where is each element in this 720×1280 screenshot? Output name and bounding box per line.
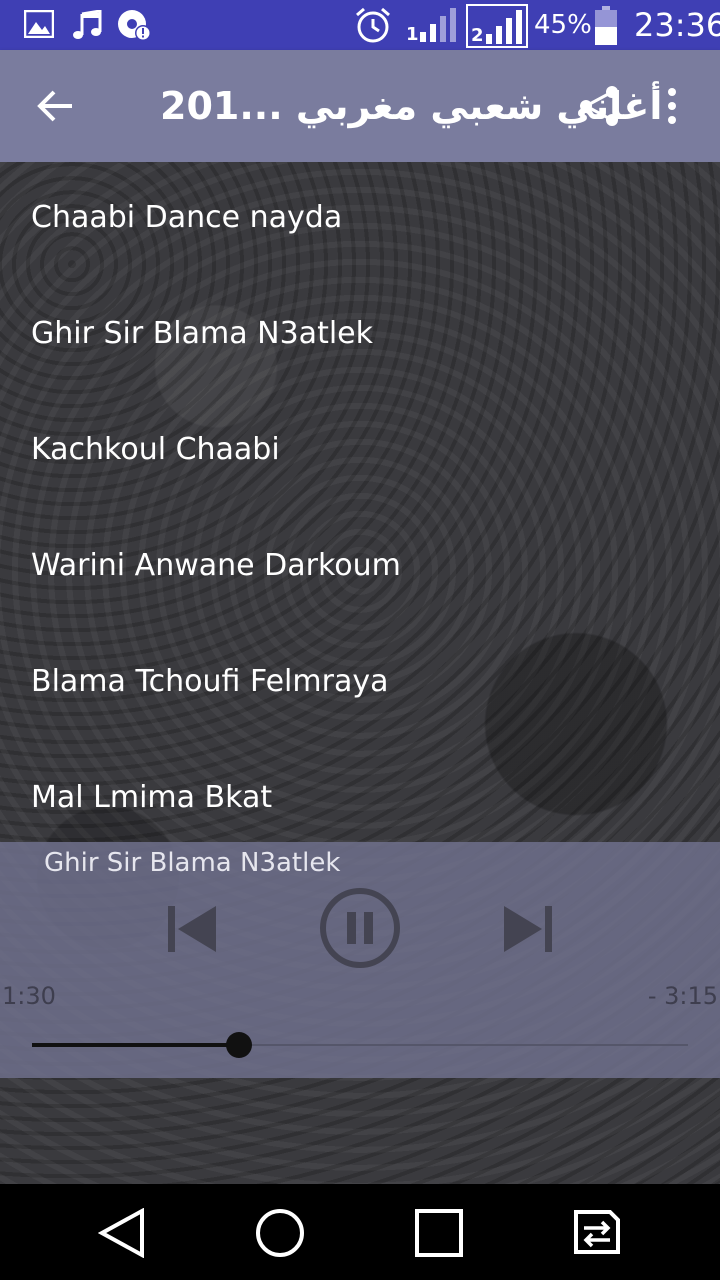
battery-percent: 45% xyxy=(534,10,592,40)
signal-sim1-icon: 1 xyxy=(404,4,462,48)
back-triangle-icon[interactable] xyxy=(97,1207,146,1262)
svg-text:1: 1 xyxy=(406,24,419,44)
song-title: Kachkoul Chaabi xyxy=(31,432,280,467)
song-title: Ghir Sir Blama N3atlek xyxy=(31,316,373,351)
song-title: Blama Tchoufi Felmraya xyxy=(31,664,389,699)
pause-icon[interactable] xyxy=(318,886,402,974)
system-nav-bar xyxy=(0,1184,720,1280)
now-playing-title: Ghir Sir Blama N3atlek xyxy=(44,848,341,878)
status-bar: 1 2 45% 23:36 xyxy=(0,0,720,50)
song-item[interactable]: Chaabi Dance nayda xyxy=(0,162,720,278)
skip-previous-icon[interactable] xyxy=(166,902,218,960)
media-player: Ghir Sir Blama N3atlek 1:30 - 3:15 xyxy=(0,842,720,1078)
song-item[interactable]: Ghir Sir Blama N3atlek xyxy=(0,278,720,394)
more-vert-icon[interactable] xyxy=(664,88,680,128)
seek-bar-progress xyxy=(32,1043,239,1047)
back-arrow-icon[interactable] xyxy=(36,86,76,130)
clock: 23:36 xyxy=(634,6,720,44)
sim-switch-icon[interactable] xyxy=(566,1208,628,1260)
song-title: Mal Lmima Bkat xyxy=(31,780,273,815)
chrome-alert-icon xyxy=(116,8,152,46)
song-title: Warini Anwane Darkoum xyxy=(31,548,401,583)
svg-text:2: 2 xyxy=(471,25,484,46)
seek-bar[interactable] xyxy=(32,1032,688,1058)
song-item[interactable]: Kachkoul Chaabi xyxy=(0,394,720,510)
signal-sim2-icon: 2 xyxy=(466,4,528,52)
image-icon xyxy=(23,9,55,42)
remaining-time: - 3:15 xyxy=(647,982,718,1010)
elapsed-time: 1:30 xyxy=(2,982,56,1010)
song-title: Chaabi Dance nayda xyxy=(31,200,343,235)
skip-next-icon[interactable] xyxy=(502,902,554,960)
home-circle-icon[interactable] xyxy=(255,1208,305,1262)
app-bar: أغاني شعبي مغربي ...201 xyxy=(0,50,720,162)
music-icon xyxy=(72,9,102,44)
seek-bar-thumb[interactable] xyxy=(225,1032,252,1058)
battery-icon xyxy=(594,6,618,50)
song-item[interactable]: Mal Lmima Bkat xyxy=(0,742,720,858)
recents-square-icon[interactable] xyxy=(414,1208,464,1262)
alarm-icon xyxy=(354,6,392,48)
song-item[interactable]: Warini Anwane Darkoum xyxy=(0,510,720,626)
song-item[interactable]: Blama Tchoufi Felmraya xyxy=(0,626,720,742)
share-icon[interactable] xyxy=(578,84,622,132)
